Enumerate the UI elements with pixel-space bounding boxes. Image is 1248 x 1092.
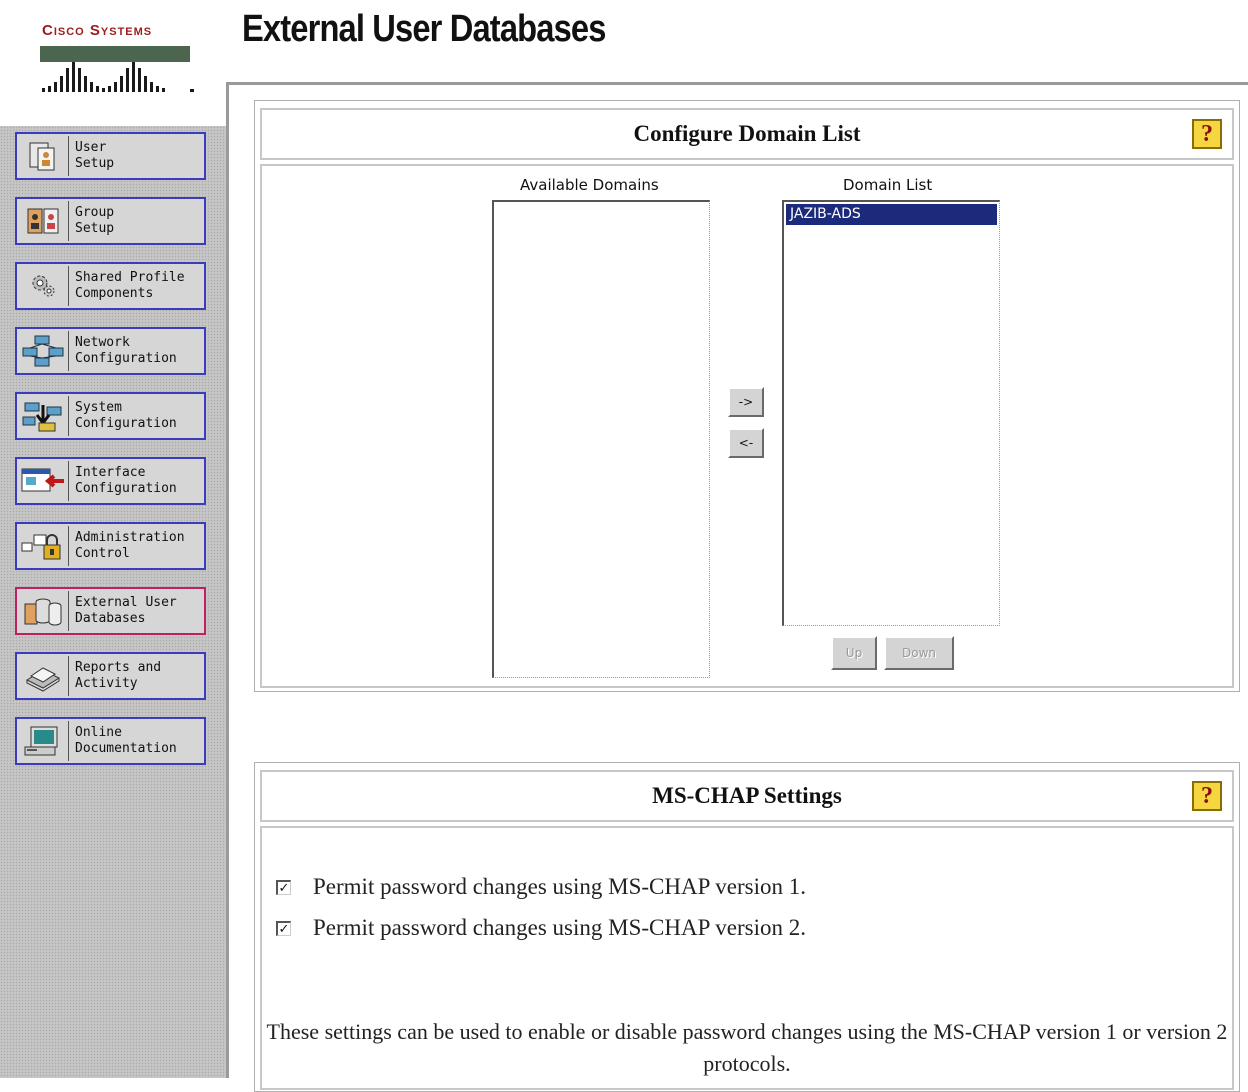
sidebar-item-label: Online Documentation	[75, 725, 177, 756]
sidebar-item-network-configuration[interactable]: Network Configuration	[15, 327, 206, 375]
network-configuration-icon	[17, 331, 69, 371]
sidebar-item-interface-configuration[interactable]: Interface Configuration	[15, 457, 206, 505]
sidebar-item-reports-and-activity[interactable]: Reports and Activity	[15, 652, 206, 700]
help-icon[interactable]: ?	[1192, 119, 1222, 149]
mschap-title: MS-CHAP Settings	[652, 783, 842, 808]
sidebar-item-user-setup[interactable]: User Setup	[15, 132, 206, 180]
mschap-v2-checkbox[interactable]: ✓	[276, 920, 291, 936]
user-setup-icon	[17, 136, 69, 176]
reports-activity-icon	[17, 656, 69, 696]
sidebar-item-group-setup[interactable]: Group Setup	[15, 197, 206, 245]
sidebar-item-external-user-databases[interactable]: External User Databases	[15, 587, 206, 635]
domain-list-header: Configure Domain List ?	[260, 108, 1234, 160]
domain-list-label: Domain List	[843, 176, 933, 194]
administration-control-icon	[17, 526, 69, 566]
mschap-v1-checkbox[interactable]: ✓	[276, 879, 291, 895]
sidebar-item-label: Shared Profile Components	[75, 270, 185, 301]
add-domain-button[interactable]: ->	[728, 387, 764, 417]
external-user-databases-icon	[17, 591, 69, 631]
mschap-header: MS-CHAP Settings ?	[260, 770, 1234, 822]
cisco-bridge-logo-icon	[40, 46, 194, 92]
cisco-logo-text: Cisco Systems	[42, 22, 153, 39]
mschap-note: These settings can be used to enable or …	[266, 1019, 1228, 1076]
sidebar-item-shared-profile-components[interactable]: Shared Profile Components	[15, 262, 206, 310]
sidebar-item-label: External User Databases	[75, 595, 177, 626]
sidebar-item-label: Reports and Activity	[75, 660, 162, 691]
shared-profile-icon	[17, 266, 69, 306]
group-setup-icon	[17, 201, 69, 241]
sidebar-item-label: Network Configuration	[75, 335, 177, 366]
online-documentation-icon	[17, 721, 69, 761]
sidebar-item-label: System Configuration	[75, 400, 177, 431]
interface-configuration-icon	[17, 461, 69, 501]
sidebar-item-label: Group Setup	[75, 205, 115, 236]
mschap-v2-option[interactable]: ✓ Permit password changes using MS-CHAP …	[276, 915, 806, 941]
move-up-button[interactable]: Up	[831, 636, 877, 670]
page-title: External User Databases	[242, 8, 606, 50]
system-configuration-icon	[17, 396, 69, 436]
sidebar-item-system-configuration[interactable]: System Configuration	[15, 392, 206, 440]
remove-domain-button[interactable]: <-	[728, 428, 764, 458]
move-down-button[interactable]: Down	[884, 636, 954, 670]
domain-list-listbox[interactable]: JAZIB-ADS	[782, 200, 1000, 626]
mschap-v1-option[interactable]: ✓ Permit password changes using MS-CHAP …	[276, 874, 806, 900]
help-icon[interactable]: ?	[1192, 781, 1222, 811]
sidebar-item-label: User Setup	[75, 140, 115, 171]
sidebar-item-label: Interface Configuration	[75, 465, 177, 496]
logo-area: Cisco Systems	[0, 0, 228, 100]
mschap-v1-label: Permit password changes using MS-CHAP ve…	[313, 874, 806, 899]
domain-list-title: Configure Domain List	[633, 121, 861, 146]
domain-list-option[interactable]: JAZIB-ADS	[786, 204, 997, 225]
domain-list-body	[260, 164, 1234, 688]
mschap-v2-label: Permit password changes using MS-CHAP ve…	[313, 915, 806, 940]
available-domains-label: Available Domains	[520, 176, 659, 194]
sidebar-item-label: Administration Control	[75, 530, 185, 561]
sidebar-item-online-documentation[interactable]: Online Documentation	[15, 717, 206, 765]
available-domains-listbox[interactable]	[492, 200, 710, 678]
sidebar-item-administration-control[interactable]: Administration Control	[15, 522, 206, 570]
